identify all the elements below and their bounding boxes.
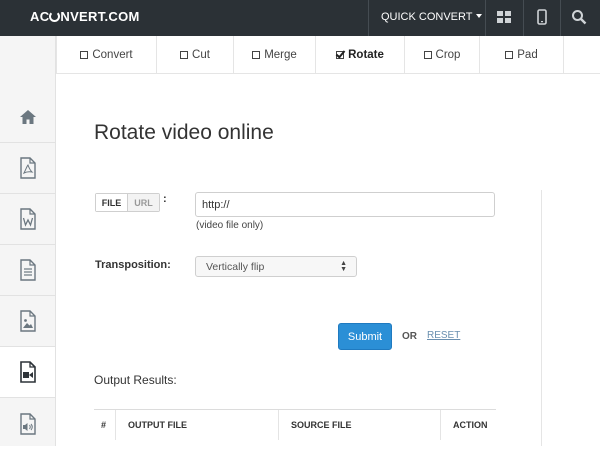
site-logo[interactable]: AC NVERT.COM <box>30 9 140 24</box>
divider <box>368 0 369 36</box>
sidebar-item-document[interactable] <box>0 245 55 296</box>
or-label: OR <box>402 331 417 342</box>
category-sidebar <box>0 36 56 446</box>
url-source-button[interactable]: URL <box>127 194 159 211</box>
divider <box>440 410 441 440</box>
sidebar-item-image[interactable] <box>0 296 55 347</box>
tab-convert[interactable]: Convert <box>56 36 157 74</box>
tab-pad[interactable]: Pad <box>480 36 564 74</box>
divider <box>278 410 279 440</box>
sidebar-item-video[interactable] <box>0 347 55 398</box>
sidebar-item-home[interactable] <box>0 92 55 143</box>
divider <box>523 0 524 36</box>
tab-label: Convert <box>92 49 133 61</box>
url-input[interactable]: http:// <box>195 192 495 217</box>
output-results-label: Output Results: <box>94 373 177 387</box>
divider <box>560 0 561 36</box>
grid-icon[interactable] <box>496 9 512 25</box>
divider <box>485 0 486 36</box>
logo-text-a: AC <box>30 9 50 24</box>
select-arrows-icon: ▲ ▼ <box>340 260 347 273</box>
caret-down-icon <box>476 14 483 18</box>
sidebar-item-word[interactable] <box>0 194 55 245</box>
content-divider <box>541 190 542 446</box>
file-source-button[interactable]: FILE <box>96 194 127 211</box>
transposition-label: Transposition: <box>95 259 171 271</box>
quick-convert-label: QUICK CONVERT <box>381 11 473 23</box>
logo-ring-icon <box>49 11 61 22</box>
tool-tabs: Convert Cut Merge Rotate Crop Pad <box>56 36 600 74</box>
column-header-action: ACTION <box>453 420 488 430</box>
tab-label: Merge <box>264 49 297 61</box>
field-colon: : <box>163 193 167 205</box>
checkbox-icon <box>180 51 189 59</box>
quick-convert-menu[interactable]: QUICK CONVERT <box>381 11 483 23</box>
mobile-icon[interactable] <box>534 9 550 25</box>
tab-merge[interactable]: Merge <box>234 36 316 74</box>
column-header-output-file: OUTPUT FILE <box>128 420 187 430</box>
sidebar-item-pdf[interactable] <box>0 143 55 194</box>
checkbox-icon <box>423 51 432 59</box>
reset-link[interactable]: RESET <box>427 330 460 341</box>
divider <box>115 410 116 440</box>
checkbox-icon <box>505 51 514 59</box>
results-table-header: # OUTPUT FILE SOURCE FILE ACTION <box>94 409 496 440</box>
home-icon <box>19 110 36 124</box>
tab-label: Crop <box>435 49 461 61</box>
logo-text-b: NVERT.COM <box>60 9 140 24</box>
tab-label: Rotate <box>348 49 384 61</box>
tab-label: Cut <box>192 49 210 61</box>
column-header-source-file: SOURCE FILE <box>291 420 352 430</box>
checkbox-icon <box>80 51 89 59</box>
tab-label: Pad <box>517 49 538 61</box>
column-header-index: # <box>101 420 107 430</box>
tab-rotate[interactable]: Rotate <box>316 36 405 74</box>
pdf-icon <box>19 157 36 179</box>
tab-crop[interactable]: Crop <box>405 36 480 74</box>
transposition-value: Vertically flip <box>206 260 265 273</box>
sidebar-item-audio[interactable] <box>0 398 55 449</box>
submit-button[interactable]: Submit <box>338 323 392 350</box>
transposition-select[interactable]: Vertically flip ▲ ▼ <box>195 256 357 277</box>
image-icon <box>19 310 36 332</box>
video-icon <box>19 361 36 383</box>
word-icon <box>19 208 36 230</box>
url-hint: (video file only) <box>196 220 264 231</box>
tab-cut[interactable]: Cut <box>157 36 234 74</box>
checked-checkbox-icon <box>336 51 345 59</box>
source-toggle: FILE URL <box>95 193 160 212</box>
audio-icon <box>19 412 36 435</box>
checkbox-icon <box>252 51 261 59</box>
search-icon[interactable] <box>571 9 587 25</box>
page-title: Rotate video online <box>94 121 274 144</box>
top-navbar: AC NVERT.COM QUICK CONVERT <box>0 0 600 36</box>
document-icon <box>19 259 36 281</box>
